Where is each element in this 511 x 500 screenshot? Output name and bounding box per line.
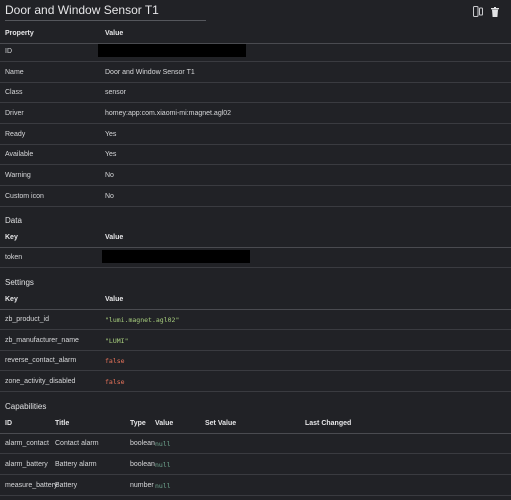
table-row: zb_product_id "lumi.magnet.agl02" [0,310,511,330]
property-value: No [105,193,114,200]
setting-value: "LUMI" [105,337,129,345]
table-row: ID [0,42,511,62]
table-row: zone_activity_disabled false [0,372,511,392]
key-col-header: Key [5,234,18,241]
property-value: Yes [105,151,117,158]
setting-key: reverse_contact_alarm [5,357,77,364]
property-label: Name [5,69,24,76]
property-label: Class [5,89,23,96]
property-value: No [105,172,114,179]
setting-key: zb_manufacturer_name [5,337,79,344]
capability-id: measure_battery [5,482,58,489]
capabilities-header: ID Title Type Value Set Value Last Chang… [0,414,511,434]
property-value: Yes [105,131,117,138]
setting-key: zb_product_id [5,316,49,323]
data-heading: Data [5,216,22,225]
last-changed-col-header: Last Changed [305,420,352,427]
property-label: ID [5,48,12,55]
title-col-header: Title [55,420,70,427]
capability-title: Battery alarm [55,461,97,468]
data-key: token [5,254,23,261]
setting-key: zone_activity_disabled [5,378,76,385]
capability-type: boolean [130,461,155,468]
capability-title: Contact alarm [55,440,99,447]
capability-value: null [155,461,171,469]
table-row: token [0,248,511,268]
type-col-header: Type [130,420,146,427]
table-row: alarm_contact Contact alarm boolean null [0,434,511,454]
table-row: Custom icon No [0,187,511,207]
property-label: Warning [5,172,31,179]
toolbar [473,6,499,17]
property-label: Available [5,151,34,158]
table-row: alarm_battery Battery alarm boolean null [0,455,511,475]
trash-icon[interactable] [491,6,499,17]
table-row: Driver homey:app:com.xiaomi-mi:magnet.ag… [0,104,511,124]
setting-value: "lumi.magnet.agl02" [105,316,180,324]
value-col-header: Value [105,234,124,241]
capability-value: null [155,440,171,448]
table-row: Warning No [0,166,511,186]
property-label: Ready [5,131,26,138]
property-value: sensor [105,89,127,96]
capability-type: boolean [130,440,155,447]
settings-heading: Settings [5,278,34,287]
property-label: Custom icon [5,193,44,200]
table-row: Available Yes [0,145,511,165]
property-col-header: Property [5,30,34,37]
redacted-token [102,250,250,263]
device-icon[interactable] [473,6,483,17]
capability-type: number [130,482,154,489]
set-value-col-header: Set Value [205,420,237,427]
capabilities-heading: Capabilities [5,402,47,411]
table-row: measure_battery Battery number null [0,476,511,496]
capability-id: alarm_contact [5,440,49,447]
table-row: reverse_contact_alarm false [0,351,511,371]
properties-header: Property Value [0,24,511,44]
property-label: Driver [5,110,24,117]
setting-value: false [105,378,125,386]
capability-id: alarm_battery [5,461,48,468]
id-col-header: ID [5,420,12,427]
table-row: Class sensor [0,83,511,103]
property-value: homey:app:com.xiaomi-mi:magnet.agl02 [105,110,232,117]
setting-value: false [105,357,125,365]
data-header: Key Value [0,228,511,248]
capability-title: Battery [55,482,78,489]
value-col-header: Value [105,30,124,37]
table-row: Ready Yes [0,125,511,145]
property-value: Door and Window Sensor T1 [105,69,195,76]
value-col-header: Value [155,420,174,427]
table-row: zb_manufacturer_name "LUMI" [0,331,511,351]
key-col-header: Key [5,296,18,303]
page-title: Door and Window Sensor T1 [5,3,206,21]
redacted-id [98,44,246,57]
settings-header: Key Value [0,290,511,310]
capability-value: null [155,482,171,490]
table-row: Name Door and Window Sensor T1 [0,63,511,83]
value-col-header: Value [105,296,124,303]
